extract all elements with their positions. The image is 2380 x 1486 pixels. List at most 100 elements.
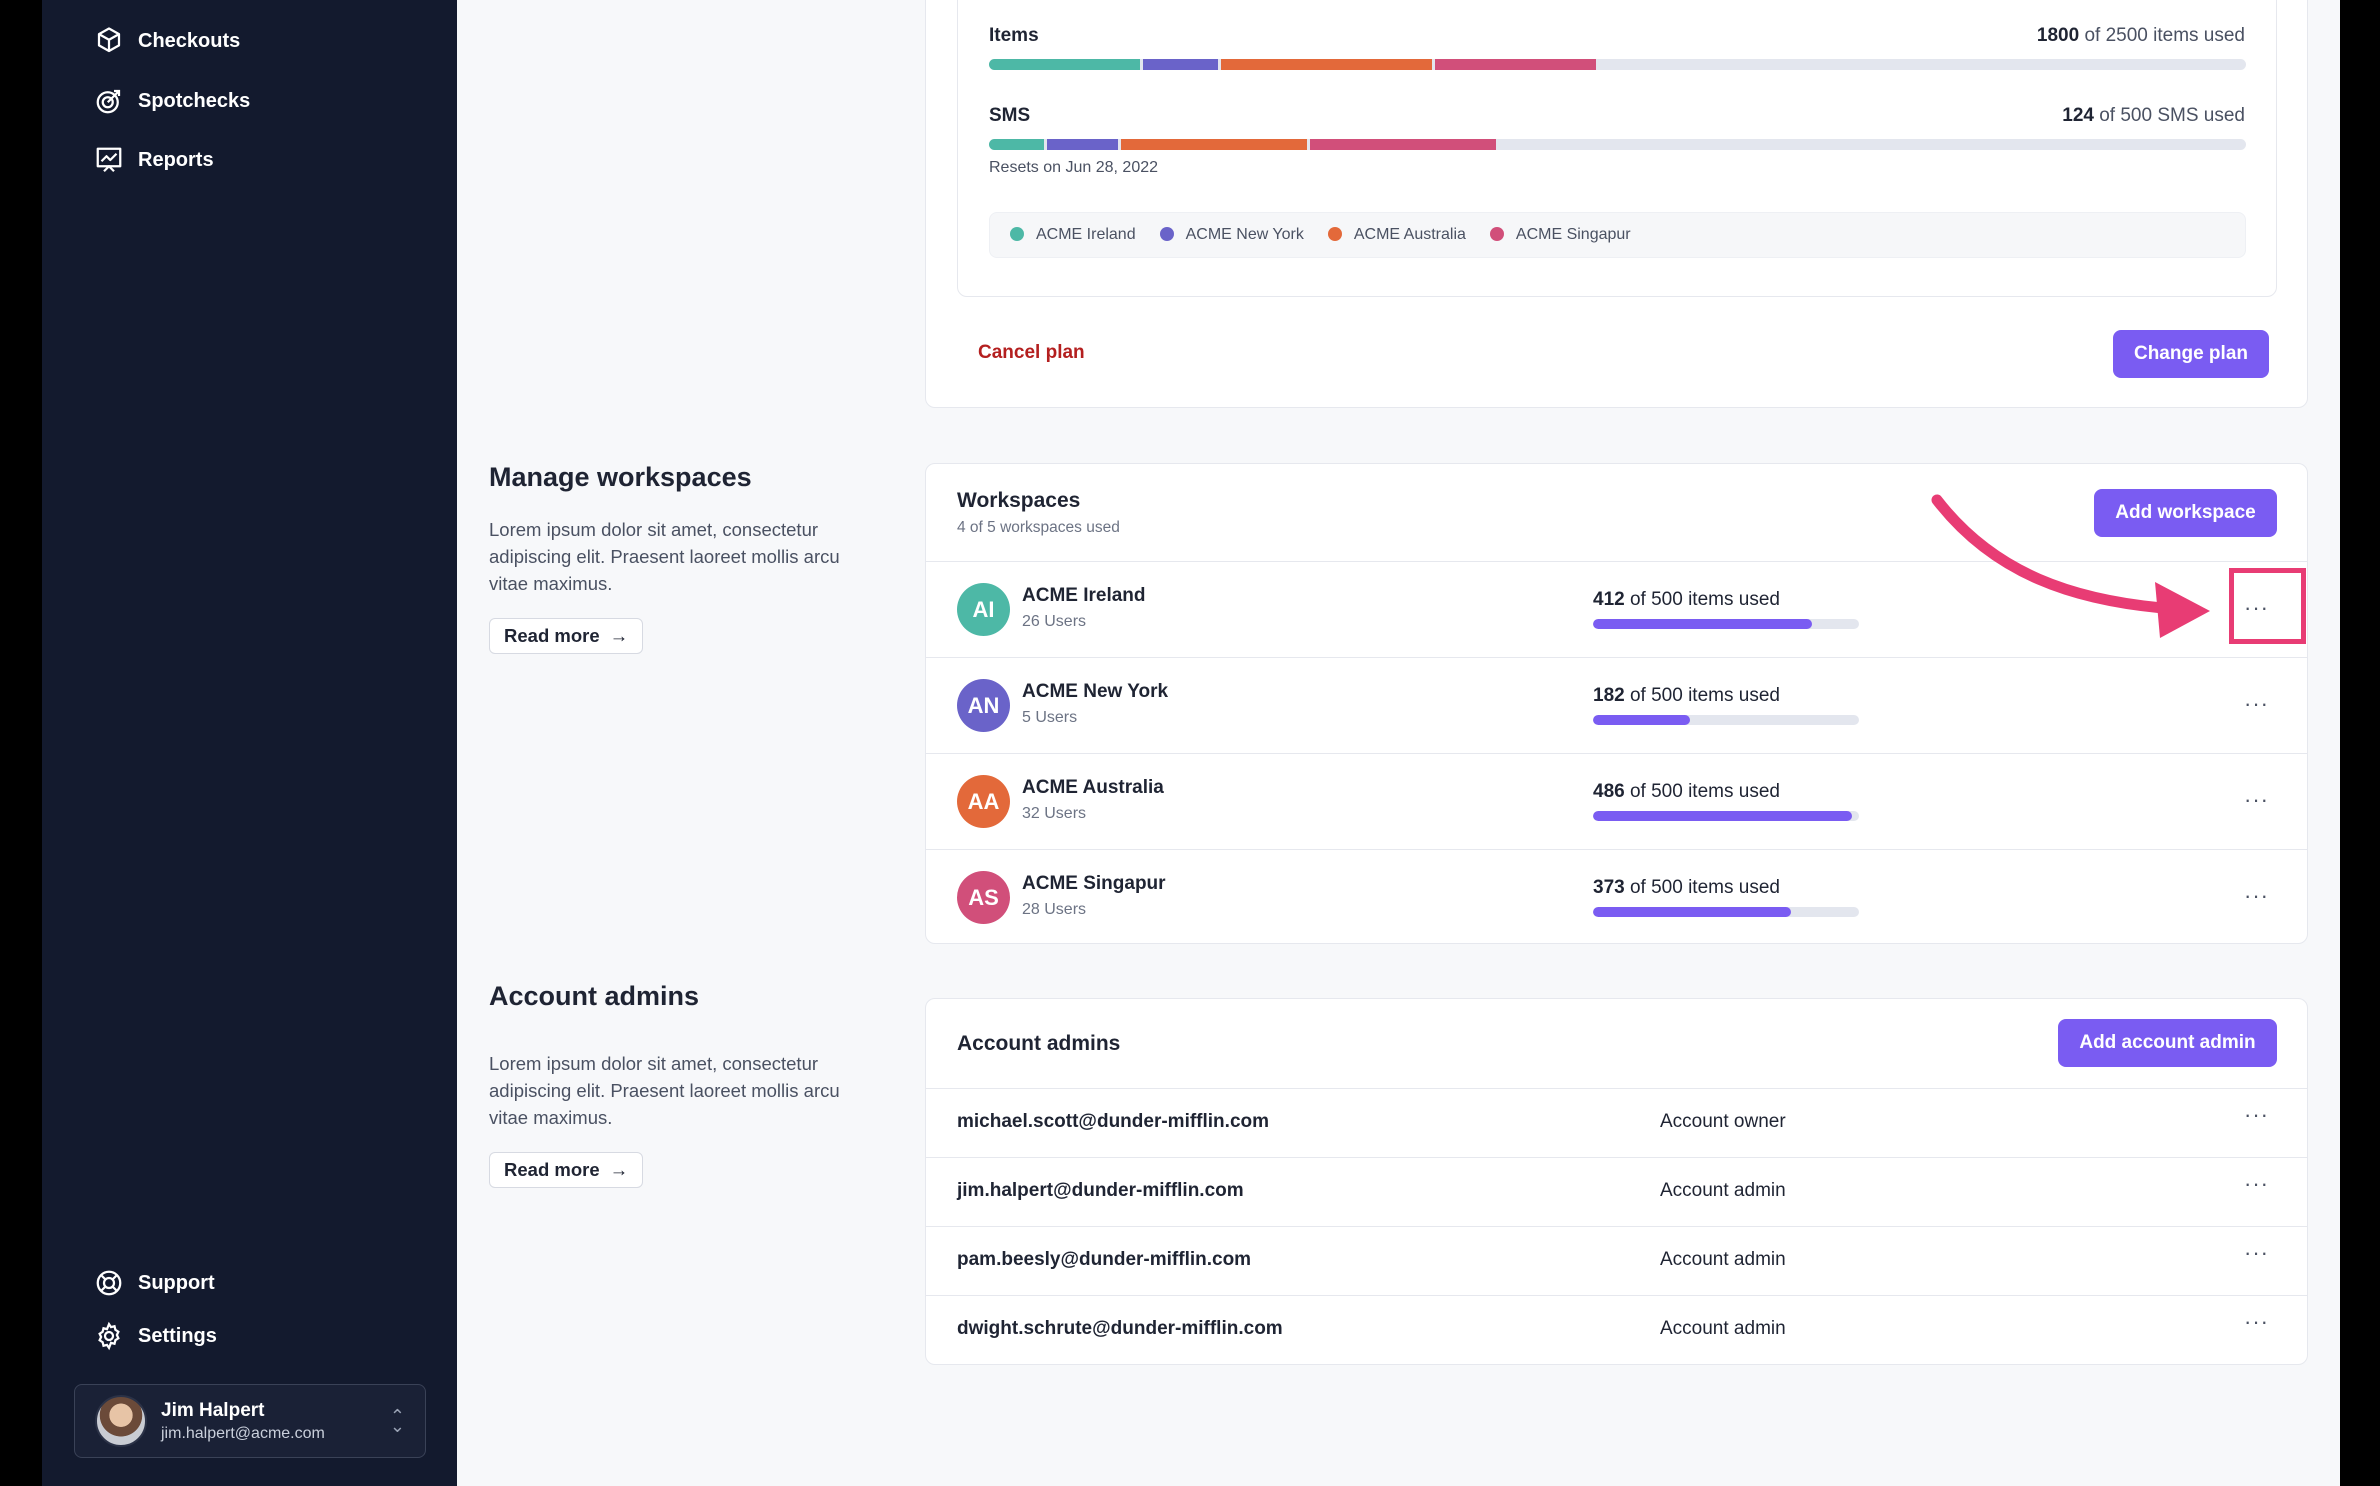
user-email: jim.halpert@acme.com [161,1424,325,1442]
highlight-box [2229,568,2306,644]
workspace-more-button[interactable]: ··· [2244,693,2269,715]
admin-row: jim.halpert@dunder-mifflin.com Account a… [926,1157,2307,1226]
usage-card: Items 1800 of 2500 items used SMS 124 of… [957,0,2277,297]
admin-role: Account admin [1660,1180,1786,1201]
legend-item: ACME Ireland [1010,226,1136,244]
legend-dot [1489,227,1504,241]
admin-role: Account owner [1660,1111,1786,1132]
admin-role: Account admin [1660,1249,1786,1270]
admin-more-button[interactable]: ··· [2244,1242,2269,1264]
workspace-name: ACME Singapur [1022,873,1166,894]
sms-usage-bar [989,139,2246,150]
plan-card: Items 1800 of 2500 items used SMS 124 of… [925,0,2308,408]
admin-row: michael.scott@dunder-mifflin.com Account… [926,1088,2307,1157]
workspace-usage-bar [1593,907,1859,917]
workspace-usage-bar [1593,619,1859,629]
workspace-row: AS ACME Singapur 28 Users 373 of 500 ite… [926,849,2307,945]
usage-segment [1120,139,1307,150]
nav-item-support[interactable]: Support [94,1268,215,1298]
usage-fill [1593,715,1690,725]
user-menu[interactable]: Jim Halpert jim.halpert@acme.com ⌃ ⌄ [74,1384,426,1458]
workspace-name: ACME Australia [1022,777,1164,798]
items-usage-bar [989,59,2246,70]
admin-row: dwight.schrute@dunder-mifflin.com Accoun… [926,1295,2307,1364]
cancel-plan-button[interactable]: Cancel plan [978,342,1085,364]
workspace-usage-text: 373 of 500 items used [1593,877,1780,898]
read-more-label: Read more [504,1159,600,1180]
workspace-more-button[interactable]: ··· [2244,885,2269,907]
admin-email: dwight.schrute@dunder-mifflin.com [957,1318,1283,1339]
workspace-users: 28 Users [1022,901,1087,918]
read-more-label: Read more [504,625,600,646]
usage-segment [1142,59,1219,70]
legend-dot [1010,227,1024,241]
nav-item-reports[interactable]: Reports [94,145,214,175]
annotation-arrow [1931,494,2210,638]
target-icon [96,89,121,114]
user-name: Jim Halpert [161,1399,265,1421]
legend-item: ACME Australia [1327,226,1466,244]
nav-label: Support [138,1271,215,1294]
change-plan-button[interactable]: Change plan [2113,330,2269,378]
usage-fill [1593,811,1852,821]
admin-role: Account admin [1660,1318,1786,1339]
avatar [95,1395,147,1447]
items-usage-text: 1800 of 2500 items used [2036,25,2245,46]
nav-label: Spotchecks [138,89,251,112]
workspace-more-button[interactable]: ··· [2244,789,2269,811]
legend-dot [1327,227,1342,241]
admins-section-title: Account admins [489,981,700,1011]
workspace-row: AN ACME New York 5 Users 182 of 500 item… [926,657,2307,753]
admins-card-title: Account admins [957,1032,1121,1055]
arrow-right-icon: → [609,625,629,646]
admins-card: Account admins Add account admin michael… [925,998,2308,1365]
workspace-avatar: AS [957,871,1010,924]
nav-item-checkouts[interactable]: Checkouts [94,26,240,56]
nav-item-spotchecks[interactable]: Spotchecks [94,86,250,116]
workspace-users: 5 Users [1022,709,1078,726]
admins-section-desc: Lorem ipsum dolor sit amet, consectetur … [489,1053,840,1128]
admin-more-button[interactable]: ··· [2244,1104,2269,1126]
sms-label: SMS [989,105,1031,126]
admin-email: pam.beesly@dunder-mifflin.com [957,1249,1252,1270]
usage-legend: ACME Ireland ACME New York ACME Australi… [989,212,2246,258]
workspaces-count: 4 of 5 workspaces used [957,519,1120,536]
legend-item: ACME New York [1159,226,1304,244]
workspaces-section-title: Manage workspaces [489,462,752,492]
workspace-usage-text: 182 of 500 items used [1593,685,1780,706]
admin-row: pam.beesly@dunder-mifflin.com Account ad… [926,1226,2307,1295]
workspace-row: AA ACME Australia 32 Users 486 of 500 it… [926,753,2307,849]
workspace-users: 26 Users [1022,613,1087,630]
workspace-usage-bar [1593,811,1859,821]
usage-segment [1309,139,1496,150]
usage-segment [989,59,1140,70]
add-account-admin-button[interactable]: Add account admin [2058,1019,2277,1067]
workspace-users: 32 Users [1022,805,1087,822]
admin-email: michael.scott@dunder-mifflin.com [957,1111,1270,1132]
nav-item-settings[interactable]: Settings [94,1321,217,1351]
usage-segment [1435,59,1597,70]
admins-read-more-link[interactable]: Read more → [489,1152,644,1188]
nav-label: Checkouts [138,29,241,52]
workspaces-read-more-link[interactable]: Read more → [489,618,644,654]
chevron-updown-icon: ⌃ ⌄ [389,1406,405,1436]
box-icon [97,27,121,53]
workspace-usage-text: 486 of 500 items used [1593,781,1780,802]
workspaces-section-desc: Lorem ipsum dolor sit amet, consectetur … [489,519,840,594]
admin-email: jim.halpert@dunder-mifflin.com [957,1180,1244,1201]
admin-more-button[interactable]: ··· [2244,1173,2269,1195]
main-content: Items 1800 of 2500 items used SMS 124 of… [457,0,2340,1486]
chart-icon [96,147,122,173]
workspaces-card-title: Workspaces [957,489,1081,512]
usage-segment [989,139,1045,150]
sms-usage-text: 124 of 500 SMS used [2062,105,2245,126]
nav-label: Reports [138,148,214,171]
workspace-usage-text: 412 of 500 items used [1593,589,1780,610]
workspace-avatar: AN [957,679,1010,732]
gear-icon [98,1321,120,1351]
admin-more-button[interactable]: ··· [2244,1311,2269,1333]
workspace-usage-bar [1593,715,1859,725]
sms-reset-date: Resets on Jun 28, 2022 [989,159,1159,176]
workspace-name: ACME Ireland [1022,585,1146,606]
arrow-right-icon: → [609,1159,629,1180]
